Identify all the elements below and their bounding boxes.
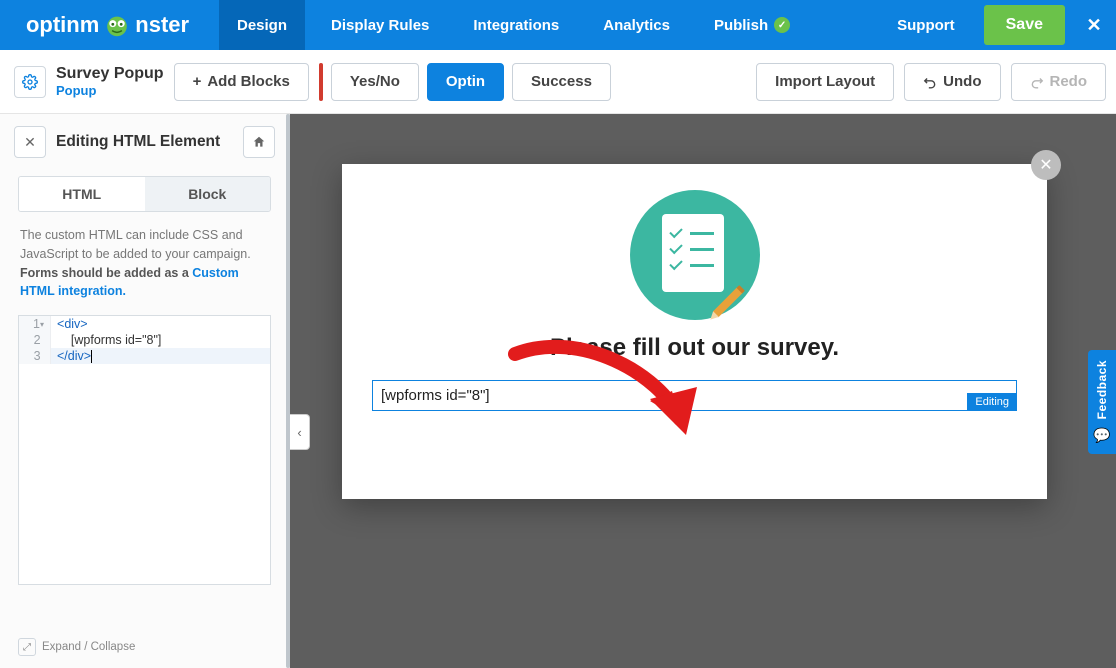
redo-icon [1030, 75, 1044, 89]
preview-canvas: ‹ ✕ Please fill out our survey. [wpforms… [290, 114, 1116, 668]
sidebar-subtabs: HTML Block [18, 176, 271, 212]
toolbar: Survey Popup Popup +Add Blocks Yes/No Op… [0, 50, 1116, 114]
nav-display-rules[interactable]: Display Rules [313, 0, 447, 50]
view-step-group: Yes/No Optin Success [319, 63, 611, 101]
redo-button[interactable]: Redo [1011, 63, 1107, 101]
survey-checklist-icon [630, 190, 760, 320]
step-optin-button[interactable]: Optin [427, 63, 504, 101]
close-icon: ✕ [24, 134, 36, 151]
nav-integrations[interactable]: Integrations [455, 0, 577, 50]
sidebar-helptext: The custom HTML can include CSS and Java… [0, 226, 289, 315]
chevron-left-icon: ‹ [297, 425, 301, 440]
sidebar-home-button[interactable] [243, 126, 275, 158]
sidebar-header: ✕ Editing HTML Element [0, 114, 289, 170]
step-yesno-button[interactable]: Yes/No [331, 63, 419, 101]
popup-html-block[interactable]: [wpforms id="8"] Editing [372, 380, 1017, 411]
logo-text-b: nster [135, 12, 189, 38]
preview-popup[interactable]: ✕ Please fill out our survey. [wpforms i… [342, 164, 1047, 499]
collapse-sidebar-button[interactable]: ‹ [290, 414, 310, 450]
expand-collapse-button[interactable]: ⤢ Expand / Collapse [18, 638, 135, 656]
subtab-html[interactable]: HTML [19, 177, 145, 211]
save-button[interactable]: Save [984, 5, 1065, 45]
nav-analytics[interactable]: Analytics [585, 0, 688, 50]
top-nav: optinm nster Design Display Rules Integr… [0, 0, 1116, 50]
campaign-info: Survey Popup Popup [14, 65, 164, 98]
gear-icon [22, 74, 38, 90]
undo-icon [923, 75, 937, 89]
nav-tabs: Design Display Rules Integrations Analyt… [215, 0, 875, 50]
close-icon: ✕ [1039, 155, 1052, 175]
campaign-title: Survey Popup [56, 65, 164, 83]
html-code-editor[interactable]: 1▾ <div> 2 [wpforms id="8"] 3 </div> [18, 315, 271, 585]
step-success-button[interactable]: Success [512, 63, 611, 101]
campaign-settings-button[interactable] [14, 66, 46, 98]
nav-design[interactable]: Design [219, 0, 305, 50]
add-blocks-button[interactable]: +Add Blocks [174, 63, 309, 101]
undo-button[interactable]: Undo [904, 63, 1000, 101]
home-icon [252, 135, 266, 149]
nav-publish[interactable]: Publish✓ [696, 0, 808, 50]
sidebar-title: Editing HTML Element [56, 133, 233, 151]
popup-heading[interactable]: Please fill out our survey. [372, 334, 1017, 362]
step-indicator-bar [319, 63, 323, 101]
sidebar-close-button[interactable]: ✕ [14, 126, 46, 158]
logo[interactable]: optinm nster [0, 0, 215, 50]
editing-badge: Editing [967, 393, 1017, 411]
html-block-content: [wpforms id="8"] [381, 387, 490, 404]
publish-check-icon: ✓ [774, 17, 790, 33]
main-area: ✕ Editing HTML Element HTML Block The cu… [0, 114, 1116, 668]
sidebar-resize-handle[interactable] [282, 114, 290, 668]
logo-monster-icon [103, 11, 131, 39]
subtab-block[interactable]: Block [145, 177, 271, 211]
popup-close-button[interactable]: ✕ [1031, 150, 1061, 180]
chat-icon: 💬 [1093, 427, 1110, 444]
close-app-button[interactable]: ✕ [1072, 0, 1116, 50]
expand-icon: ⤢ [18, 638, 36, 656]
import-layout-button[interactable]: Import Layout [756, 63, 894, 101]
feedback-label: Feedback [1095, 360, 1109, 419]
plus-icon: + [193, 73, 202, 90]
sidebar: ✕ Editing HTML Element HTML Block The cu… [0, 114, 290, 668]
logo-text-a: optinm [26, 12, 99, 38]
campaign-type[interactable]: Popup [56, 83, 164, 98]
feedback-tab[interactable]: Feedback 💬 [1088, 350, 1116, 454]
nav-support[interactable]: Support [875, 0, 977, 50]
